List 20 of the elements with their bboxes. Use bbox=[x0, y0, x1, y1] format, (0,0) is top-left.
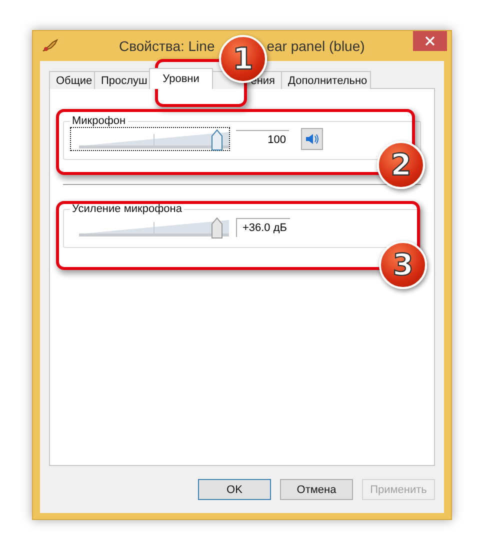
value-field[interactable]: +36.0 дБ bbox=[236, 218, 290, 236]
tab[interactable]: Общие bbox=[49, 71, 95, 89]
speaker-icon bbox=[305, 133, 319, 145]
tab[interactable]: Прослуш bbox=[94, 71, 150, 89]
slider[interactable] bbox=[70, 127, 230, 151]
mute-button[interactable] bbox=[301, 128, 323, 150]
close-icon bbox=[425, 36, 435, 46]
slider-thumb[interactable] bbox=[211, 217, 223, 239]
value-field[interactable]: 100 bbox=[236, 130, 289, 148]
group-label: Микрофон bbox=[71, 115, 127, 127]
window-title: Свойства: Line bbox=[119, 38, 215, 54]
slider-thumb[interactable] bbox=[211, 129, 223, 151]
plug-icon bbox=[41, 38, 59, 54]
dialog-button[interactable]: OK bbox=[198, 479, 271, 500]
group-label: Усиление микрофона bbox=[71, 203, 183, 215]
dialog-button[interactable]: Отмена bbox=[280, 479, 353, 500]
close-button[interactable] bbox=[413, 31, 447, 51]
tab[interactable]: Дополнительно bbox=[281, 71, 371, 89]
tab[interactable]: Уровни bbox=[149, 68, 213, 89]
window-title: ear panel (blue) bbox=[266, 38, 365, 54]
